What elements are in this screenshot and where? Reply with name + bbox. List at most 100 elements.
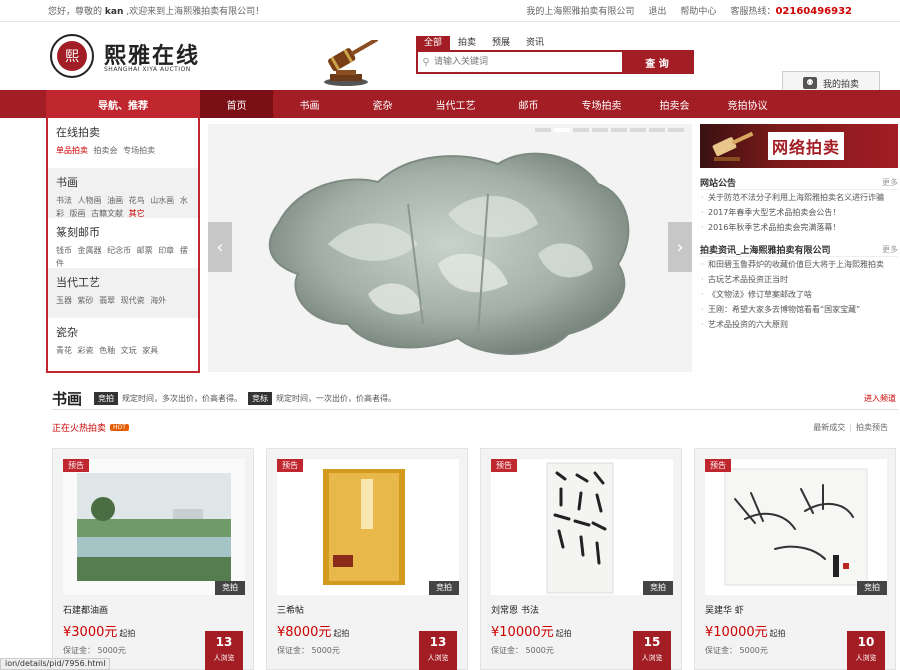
notice-more-link[interactable]: 更多 <box>882 177 898 188</box>
category-link[interactable]: 翡翠 <box>99 296 115 305</box>
category-link[interactable]: 人物画 <box>78 196 102 205</box>
nav-item-porcelain[interactable]: 瓷杂 <box>346 90 419 118</box>
category-link[interactable]: 彩瓷 <box>78 346 94 355</box>
chevron-right-icon[interactable]: › <box>668 222 692 272</box>
product-card[interactable]: 预告 竞拍 石建都油画 ¥3000元 起拍 保证金： 5000元 13 人浏览 <box>52 448 254 670</box>
news-item[interactable]: 古玩艺术品投资正当时 <box>700 272 898 287</box>
view-count-number: 13 <box>429 635 447 649</box>
category-link[interactable]: 拍卖会 <box>94 146 118 155</box>
news-item[interactable]: 和田碧玉鲁莽炉的收藏价值巨大将于上海熙雅拍卖 <box>700 257 898 272</box>
product-card[interactable]: 预告 竞拍 三希帖 ¥8000元 起拍 保证金： 5000元 13 人浏览 <box>266 448 468 670</box>
price-unit: 起拍 <box>119 629 136 638</box>
search-input[interactable] <box>434 52 622 72</box>
search-button[interactable]: 查 询 <box>622 52 692 72</box>
category-link[interactable]: 钱币 <box>56 246 72 255</box>
carousel-dot[interactable] <box>573 128 589 132</box>
category-link[interactable]: 书法 <box>56 196 72 205</box>
my-auction-label: 我的拍卖 <box>822 79 859 90</box>
product-name[interactable]: 刘常恩 书法 <box>491 603 539 616</box>
carousel-dot[interactable] <box>592 128 608 132</box>
category-link[interactable]: 紫砂 <box>78 296 94 305</box>
product-card[interactable]: 预告 竞拍 刘常恩 书法 ¥10000元 起拍 保证金： 5000元 15 人浏览 <box>480 448 682 670</box>
nav-item-home[interactable]: 首页 <box>200 90 273 118</box>
preview-badge: 预告 <box>491 459 517 472</box>
auction-preview-link[interactable]: 拍卖预告 <box>856 423 888 432</box>
category-link[interactable]: 青花 <box>56 346 72 355</box>
news-more-link[interactable]: 更多 <box>882 244 898 255</box>
search-tab-auction[interactable]: 拍卖 <box>450 36 484 50</box>
nav-item-special[interactable]: 专场拍卖 <box>565 90 638 118</box>
category-title[interactable]: 在线拍卖 <box>56 124 190 140</box>
notice-item[interactable]: 2017年春季大型艺术品拍卖会公告！ <box>700 205 898 220</box>
enter-channel-link[interactable]: 进入频道 <box>864 393 896 404</box>
news-item[interactable]: 王刚：希望大家多去博物馆看看“国家宝藏” <box>700 302 898 317</box>
category-link[interactable]: 版画 <box>70 209 86 218</box>
category-link[interactable]: 单品拍卖 <box>56 146 88 155</box>
notice-header: 网站公告 更多 <box>700 176 898 190</box>
category-link[interactable]: 玉器 <box>56 296 72 305</box>
category-link[interactable]: 金属器 <box>78 246 102 255</box>
nav-item-agreement[interactable]: 竞拍协议 <box>711 90 784 118</box>
latest-deals-link[interactable]: 最新成交 <box>813 423 845 432</box>
category-link[interactable]: 海外 <box>150 296 166 305</box>
calligraphy-image <box>491 459 673 595</box>
nav-guide[interactable]: 导航、推荐 <box>46 90 200 118</box>
view-count-unit: 人浏览 <box>213 654 235 662</box>
carousel-dot[interactable] <box>668 128 684 132</box>
notice-item[interactable]: 关于防范不法分子利用上海熙雅拍卖名义进行诈骗 <box>700 190 898 205</box>
carousel-dot[interactable] <box>611 128 627 132</box>
category-link[interactable]: 印章 <box>158 246 174 255</box>
help-link[interactable]: 帮助中心 <box>680 4 716 17</box>
carousel-dot[interactable] <box>649 128 665 132</box>
product-name[interactable]: 吴建华 虾 <box>705 603 744 616</box>
product-image[interactable] <box>63 459 245 595</box>
category-link[interactable]: 纪念币 <box>107 246 131 255</box>
view-count-unit: 人浏览 <box>427 654 449 662</box>
product-card[interactable]: 预告 竞拍 吴建华 虾 ¥10000元 起拍 保证金： 5000元 10 人浏览 <box>694 448 896 670</box>
news-item[interactable]: 《文物法》修订草案邮改了啥 <box>700 287 898 302</box>
category-link[interactable]: 文玩 <box>121 346 137 355</box>
category-link[interactable]: 家具 <box>142 346 158 355</box>
search-tab-all[interactable]: 全部 <box>416 36 451 50</box>
nav-item-sessions[interactable]: 拍卖会 <box>638 90 711 118</box>
category-link[interactable]: 邮票 <box>137 246 153 255</box>
chevron-left-icon[interactable]: ‹ <box>208 222 232 272</box>
logout-link[interactable]: 退出 <box>648 4 666 17</box>
category-title[interactable]: 篆刻邮币 <box>56 224 190 240</box>
product-name[interactable]: 三希帖 <box>277 603 304 616</box>
category-link[interactable]: 古籍文献 <box>91 209 123 218</box>
search-tab-preview[interactable]: 预展 <box>484 36 518 50</box>
product-name[interactable]: 石建都油画 <box>63 603 108 616</box>
nav-item-stamps[interactable]: 邮币 <box>492 90 565 118</box>
product-image[interactable] <box>705 459 887 595</box>
search-icon: ⚲ <box>422 56 430 68</box>
product-image[interactable] <box>277 459 459 595</box>
category-link[interactable]: 专场拍卖 <box>123 146 155 155</box>
carousel-dot[interactable] <box>630 128 646 132</box>
category-title[interactable]: 当代工艺 <box>56 274 190 290</box>
carousel-dot[interactable] <box>535 128 551 132</box>
view-count: 15 人浏览 <box>633 631 671 670</box>
nav-item-painting[interactable]: 书画 <box>273 90 346 118</box>
category-title[interactable]: 瓷杂 <box>56 324 190 340</box>
category-link[interactable]: 油画 <box>107 196 123 205</box>
banner-carousel[interactable]: ‹ › <box>208 124 692 372</box>
logo-icon[interactable]: 熙 <box>50 34 94 78</box>
price-unit: 起拍 <box>769 629 786 638</box>
category-link[interactable]: 现代瓷 <box>121 296 145 305</box>
auction-type-badge: 竞拍 <box>643 581 673 595</box>
news-item[interactable]: 艺术品投资的六大原则 <box>700 317 898 332</box>
category-link[interactable]: 色釉 <box>99 346 115 355</box>
nav-item-craft[interactable]: 当代工艺 <box>419 90 492 118</box>
carousel-dot[interactable] <box>554 128 570 132</box>
category-title[interactable]: 书画 <box>56 174 190 190</box>
category-link[interactable]: 花鸟 <box>129 196 145 205</box>
notice-item[interactable]: 2016年秋季艺术品拍卖会完满落幕！ <box>700 220 898 235</box>
category-link[interactable]: 山水画 <box>150 196 174 205</box>
search-tab-news[interactable]: 资讯 <box>518 36 552 50</box>
company-link[interactable]: 我的上海熙雅拍卖有限公司 <box>526 4 634 17</box>
product-image[interactable] <box>491 459 673 595</box>
online-auction-promo[interactable]: 网络拍卖 <box>700 124 898 168</box>
hot-auction-label[interactable]: 正在火热拍卖 <box>52 421 106 434</box>
category-link[interactable]: 其它 <box>129 209 145 218</box>
